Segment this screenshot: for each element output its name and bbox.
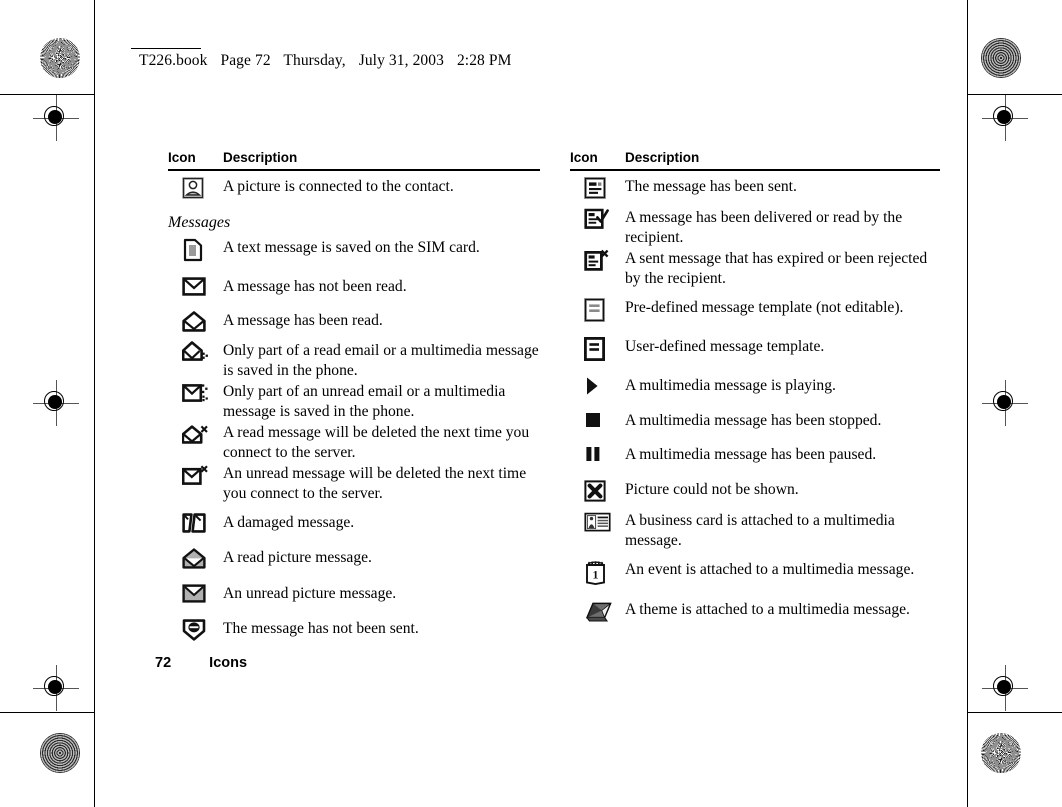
- pause-icon: [570, 445, 625, 464]
- table-row: A message has not been read.: [168, 276, 540, 297]
- table-row: A message has been delivered or read by …: [570, 208, 942, 248]
- table-row: A read message will be deleted the next …: [168, 423, 540, 463]
- row-description: The message has not been sent.: [223, 619, 419, 637]
- table-row: Only part of an unread email or a multim…: [168, 382, 540, 422]
- row-description: A message has been delivered or read by …: [625, 208, 903, 246]
- table-row: A damaged message.: [168, 513, 540, 533]
- icon-table-right-column: Icon Description The message has been se…: [570, 150, 942, 626]
- open-envelope-delete-icon: [168, 423, 223, 445]
- read-picture-message-icon: [168, 548, 223, 569]
- closed-envelope-partial-icon: [168, 382, 223, 404]
- theme-icon: [570, 600, 625, 623]
- closed-envelope-icon: [168, 276, 223, 296]
- row-description: A theme is attached to a multimedia mess…: [625, 600, 910, 618]
- row-description: A multimedia message is playing.: [625, 376, 836, 394]
- message-expired-icon: [570, 249, 625, 272]
- closed-envelope-delete-icon: [168, 464, 223, 486]
- table-row: A multimedia message has been stopped.: [570, 411, 942, 431]
- right-header-rule: [570, 169, 940, 171]
- table-row: Pre-defined message template (not editab…: [570, 297, 942, 322]
- right-header-description-label: Description: [625, 150, 700, 165]
- row-description: Picture could not be shown.: [625, 480, 799, 498]
- sim-card-icon: [168, 238, 223, 262]
- right-column-header-row: Icon Description: [570, 150, 942, 169]
- table-row: 1 An event is attached to a multimedia m…: [570, 560, 942, 585]
- table-row: A multimedia message is playing.: [570, 376, 942, 396]
- row-description: The message has been sent.: [625, 177, 797, 195]
- table-row: A text message is saved on the SIM card.: [168, 238, 540, 262]
- table-row: User-defined message template.: [570, 336, 942, 361]
- table-row: A theme is attached to a multimedia mess…: [570, 600, 942, 623]
- row-description: Pre-defined message template (not editab…: [625, 298, 904, 316]
- right-header-icon-label: Icon: [570, 150, 598, 165]
- left-column-header-row: Icon Description: [168, 150, 540, 169]
- table-row: The message has not been sent.: [168, 618, 540, 641]
- table-row: Only part of a read email or a multimedi…: [168, 341, 540, 381]
- row-description: Only part of an unread email or a multim…: [223, 383, 506, 421]
- row-description: A text message is saved on the SIM card.: [223, 238, 480, 256]
- message-sent-icon: [570, 176, 625, 199]
- row-description: User-defined message template.: [625, 337, 825, 355]
- section-title-messages: Messages: [168, 213, 231, 231]
- table-row: A sent message that has expired or been …: [570, 249, 942, 289]
- row-description: A message has not been read.: [223, 277, 407, 295]
- picture-error-icon: [570, 479, 625, 502]
- table-row: A multimedia message has been paused.: [570, 445, 942, 465]
- business-card-icon: [570, 511, 625, 533]
- row-description: A damaged message.: [223, 514, 355, 532]
- table-row: The message has been sent.: [570, 176, 942, 199]
- icon-table-left-column: Icon Description A picture is connected …: [168, 150, 540, 644]
- event-calendar-icon: 1: [570, 560, 625, 585]
- table-row: A read picture message.: [168, 548, 540, 569]
- footer-page-number: 72: [155, 655, 172, 671]
- contact-picture-icon: [168, 176, 223, 199]
- left-header-rule: [168, 169, 540, 171]
- table-row: A picture is connected to the contact.: [168, 176, 540, 199]
- table-row: An unread message will be deleted the ne…: [168, 464, 540, 504]
- stop-icon: [570, 411, 625, 430]
- play-icon: [570, 376, 625, 396]
- row-description: Only part of a read email or a multimedi…: [223, 342, 539, 380]
- row-description: A message has been read.: [223, 312, 383, 330]
- left-header-icon-label: Icon: [168, 150, 196, 165]
- open-envelope-icon: [168, 311, 223, 332]
- left-header-description-label: Description: [223, 150, 298, 165]
- row-description: A business card is attached to a multime…: [625, 511, 895, 549]
- row-description: An event is attached to a multimedia mes…: [625, 560, 915, 578]
- open-envelope-partial-icon: [168, 341, 223, 363]
- footer-chapter-title: Icons: [209, 655, 248, 671]
- svg-text:1: 1: [593, 567, 599, 581]
- row-description: A read picture message.: [223, 549, 372, 567]
- row-description: A multimedia message has been paused.: [625, 446, 877, 464]
- message-not-sent-icon: [168, 618, 223, 641]
- table-row: A business card is attached to a multime…: [570, 511, 942, 551]
- user-template-icon: [570, 336, 625, 361]
- table-row: Picture could not be shown.: [570, 479, 942, 502]
- table-row: An unread picture message.: [168, 584, 540, 604]
- damaged-message-icon: [168, 513, 223, 533]
- row-description: A sent message that has expired or been …: [625, 249, 928, 287]
- row-description: An unread message will be deleted the ne…: [223, 465, 527, 503]
- row-description: An unread picture message.: [223, 585, 397, 603]
- message-delivered-icon: [570, 208, 625, 231]
- row-description: A multimedia message has been stopped.: [625, 411, 882, 429]
- row-description: A read message will be deleted the next …: [223, 424, 530, 462]
- unread-picture-message-icon: [168, 584, 223, 603]
- table-row: A message has been read.: [168, 311, 540, 332]
- page-footer: 72 Icons: [155, 655, 247, 671]
- predefined-template-icon: [570, 297, 625, 322]
- row-description: A picture is connected to the contact.: [223, 177, 454, 195]
